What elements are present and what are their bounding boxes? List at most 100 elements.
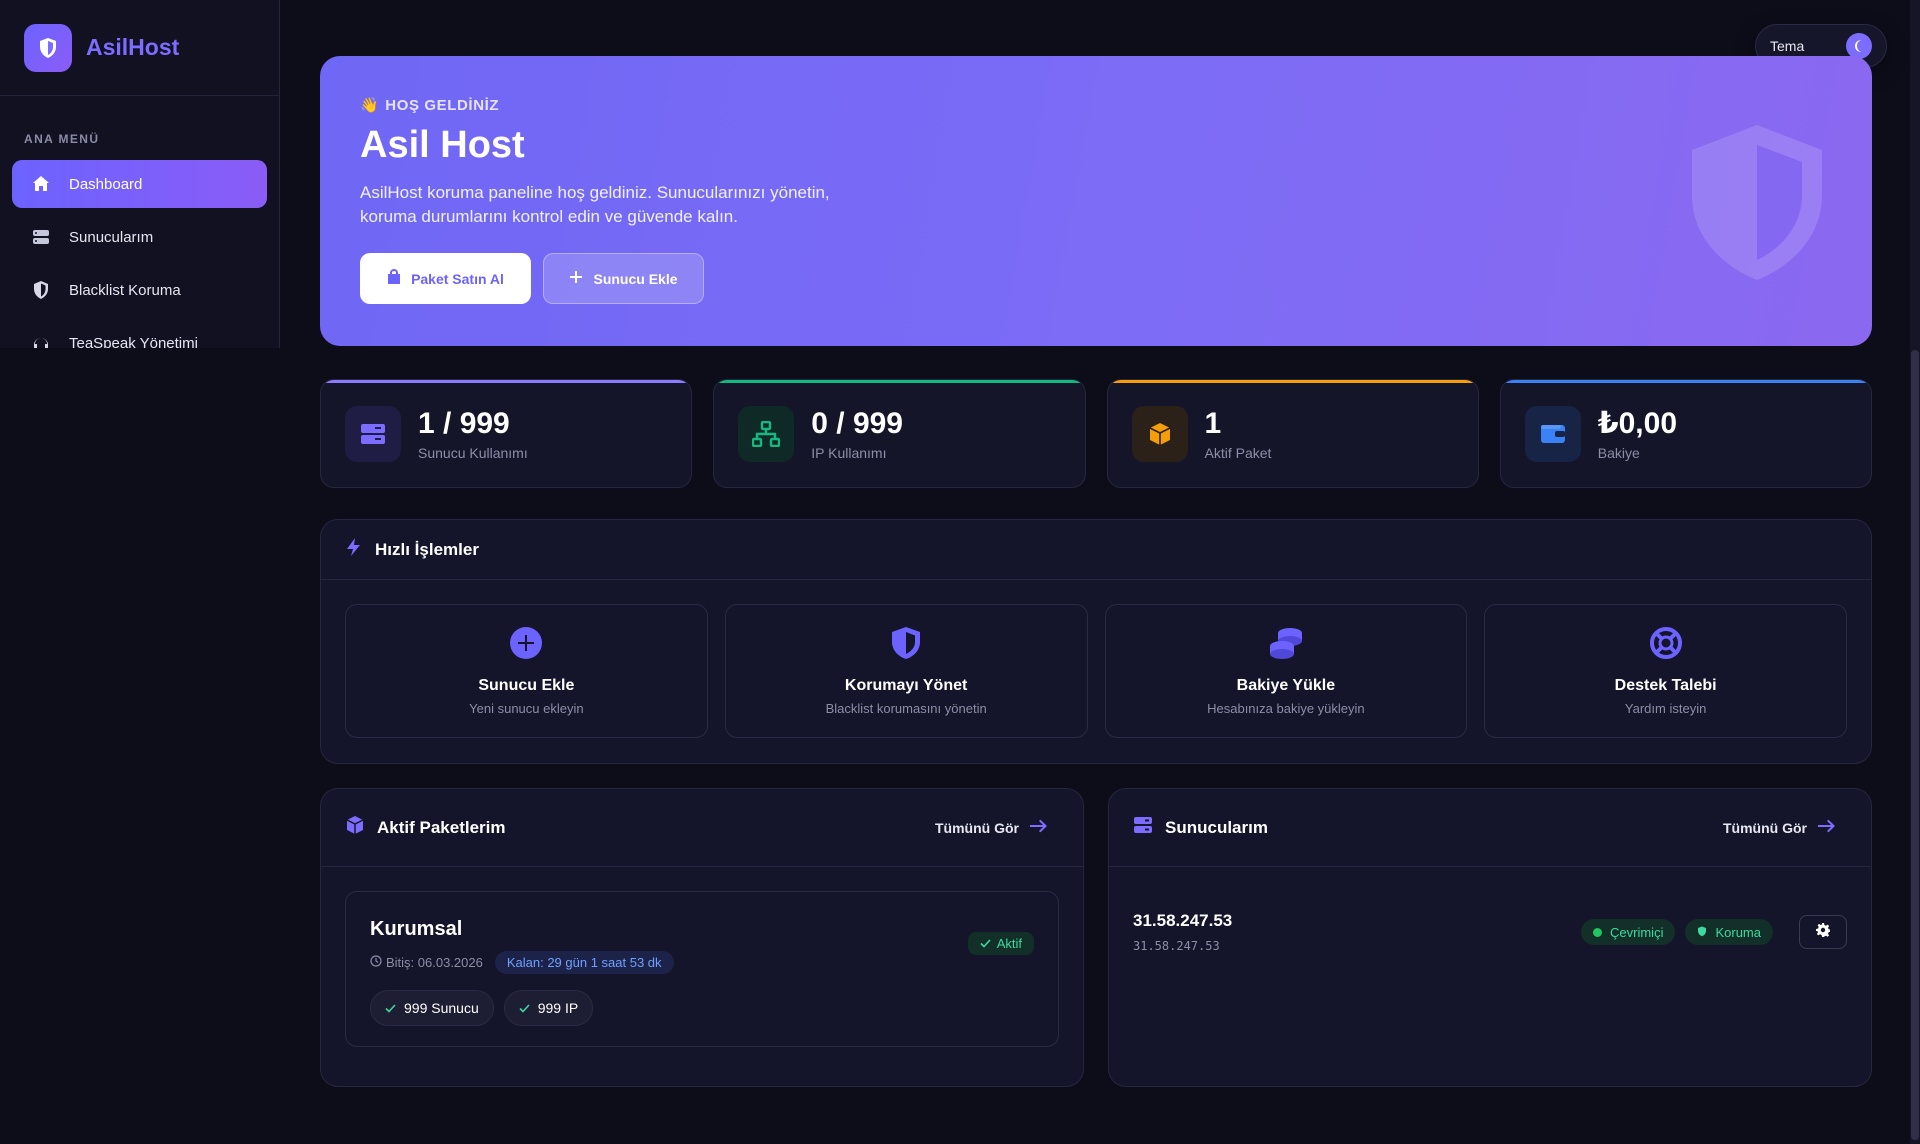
- plus-circle-icon: [509, 626, 543, 665]
- buy-package-label: Paket Satın Al: [411, 270, 504, 287]
- see-all-label: Tümünü Gör: [935, 819, 1019, 836]
- quick-add-server[interactable]: Sunucu Ekle Yeni sunucu ekleyin: [345, 604, 708, 738]
- arrow-right-icon: [1029, 819, 1047, 836]
- sidebar: AsilHost ANA MENÜ Dashboard Sunucularım …: [0, 0, 280, 348]
- arrow-right-icon: [1817, 819, 1835, 836]
- home-icon: [31, 174, 51, 194]
- box-icon: [345, 815, 365, 840]
- sidebar-item-label: Dashboard: [69, 175, 143, 193]
- quick-actions-title: Hızlı İşlemler: [375, 539, 479, 559]
- sidebar-item-label: TeaSpeak Yönetimi: [69, 334, 198, 349]
- sidebar-item-label: Sunucularım: [69, 228, 154, 246]
- online-status-text: Çevrimiçi: [1610, 924, 1664, 940]
- brand[interactable]: AsilHost: [0, 0, 279, 96]
- shield-icon: [1697, 925, 1707, 940]
- quick-support-ticket[interactable]: Destek Talebi Yardım isteyin: [1484, 604, 1847, 738]
- hero-title: Asil Host: [360, 124, 525, 166]
- clock-icon: [370, 955, 382, 970]
- sidebar-item-teaspeak[interactable]: TeaSpeak Yönetimi: [12, 319, 267, 348]
- sidebar-item-blacklist[interactable]: Blacklist Koruma: [12, 266, 267, 314]
- coins-icon: [1268, 626, 1304, 665]
- feature-label: 999 Sunucu: [404, 1000, 479, 1016]
- servers-title: Sunucularım: [1165, 817, 1268, 837]
- quick-subtitle: Blacklist korumasını yönetin: [825, 701, 987, 716]
- theme-label: Tema: [1770, 38, 1805, 54]
- server-ip: 31.58.247.53: [1133, 911, 1233, 930]
- quick-actions-header: Hızlı İşlemler: [321, 520, 1871, 580]
- quick-load-balance[interactable]: Bakiye Yükle Hesabınıza bakiye yükleyin: [1104, 604, 1468, 738]
- bolt-icon: [345, 537, 363, 562]
- add-server-button[interactable]: Sunucu Ekle: [543, 253, 704, 304]
- package-expiry-text: Bitiş: 06.03.2026: [386, 955, 483, 970]
- package-name: Kurumsal: [370, 918, 463, 940]
- wave-icon: 👋: [360, 97, 380, 114]
- check-icon: [385, 1000, 396, 1016]
- quick-subtitle: Hesabınıza bakiye yükleyin: [1207, 701, 1365, 716]
- shield-watermark-icon: [1682, 120, 1832, 285]
- see-all-label: Tümünü Gör: [1723, 819, 1807, 836]
- stat-server-usage: 1 / 999 Sunucu Kullanımı: [320, 379, 693, 488]
- package-feature: 999 IP: [503, 990, 594, 1026]
- hero-kicker-text: HOŞ GELDİNİZ: [385, 96, 500, 114]
- shield-logo-icon: [24, 23, 72, 72]
- quick-manage-protection[interactable]: Korumayı Yönet Blacklist korumasını yöne…: [724, 604, 1088, 738]
- brand-name: AsilHost: [86, 34, 180, 60]
- protection-badge: Koruma: [1685, 919, 1773, 945]
- shopping-bag-icon: [387, 269, 401, 288]
- servers-see-all-link[interactable]: Tümünü Gör: [1723, 819, 1835, 836]
- add-server-label: Sunucu Ekle: [593, 270, 678, 287]
- server-row[interactable]: 31.58.247.53 31.58.247.53 Çevrimiçi Koru…: [1109, 867, 1871, 997]
- packages-header: Aktif Paketlerim Tümünü Gör: [321, 789, 1083, 867]
- sidebar-item-servers[interactable]: Sunucularım: [12, 213, 267, 261]
- scrollbar-thumb[interactable]: [1911, 350, 1919, 1140]
- quick-title: Korumayı Yönet: [844, 677, 968, 694]
- scrollbar[interactable]: [1910, 0, 1920, 1144]
- check-icon: [980, 936, 991, 951]
- headset-icon: [31, 333, 51, 348]
- sidebar-item-dashboard[interactable]: Dashboard: [12, 160, 267, 208]
- stat-value: 1 / 999: [418, 406, 510, 440]
- stat-balance: ₺0,00 Bakiye: [1499, 379, 1872, 488]
- active-packages-panel: Aktif Paketlerim Tümünü Gör Kurumsal Bit…: [320, 788, 1084, 1087]
- package-status-text: Aktif: [996, 936, 1022, 951]
- stat-active-package: 1 Aktif Paket: [1106, 379, 1479, 488]
- packages-title: Aktif Paketlerim: [377, 817, 506, 837]
- quick-title: Destek Talebi: [1614, 677, 1717, 694]
- quick-subtitle: Yeni sunucu ekleyin: [469, 701, 584, 716]
- menu-title: ANA MENÜ: [24, 132, 100, 146]
- online-status-badge: Çevrimiçi: [1581, 919, 1676, 945]
- plus-icon: [569, 270, 583, 287]
- check-icon: [519, 1000, 530, 1016]
- feature-label: 999 IP: [537, 1000, 579, 1016]
- stat-value: 1: [1204, 406, 1222, 440]
- network-icon: [738, 405, 795, 462]
- shield-icon: [31, 280, 51, 300]
- quick-title: Sunucu Ekle: [478, 677, 575, 694]
- package-remaining-badge: Kalan: 29 gün 1 saat 53 dk: [494, 951, 674, 974]
- stat-label: Bakiye: [1597, 445, 1640, 461]
- package-card: Kurumsal Bitiş: 06.03.2026 Kalan: 29 gün…: [345, 891, 1059, 1047]
- stat-ip-usage: 0 / 999 IP Kullanımı: [713, 379, 1086, 488]
- package-status-badge: Aktif: [967, 932, 1034, 955]
- status-dot-icon: [1593, 927, 1603, 937]
- hero-kicker: 👋 HOŞ GELDİNİZ: [360, 96, 1832, 115]
- packages-see-all-link[interactable]: Tümünü Gör: [935, 819, 1047, 836]
- lifebuoy-icon: [1649, 626, 1683, 665]
- stat-label: Sunucu Kullanımı: [418, 444, 528, 461]
- quick-subtitle: Yardım isteyin: [1624, 701, 1707, 716]
- server-settings-button[interactable]: [1799, 915, 1847, 949]
- package-feature: 999 Sunucu: [370, 990, 494, 1026]
- stat-label: Aktif Paket: [1204, 444, 1272, 461]
- welcome-hero: 👋 HOŞ GELDİNİZ Asil Host AsilHost koruma…: [320, 56, 1872, 346]
- package-expiry: Bitiş: 06.03.2026: [370, 955, 483, 970]
- stat-label: IP Kullanımı: [811, 444, 887, 461]
- stat-value: ₺0,00: [1597, 407, 1678, 440]
- sidebar-item-label: Blacklist Koruma: [69, 281, 181, 299]
- stat-value: 0 / 999: [811, 406, 903, 440]
- buy-package-button[interactable]: Paket Satın Al: [360, 253, 531, 304]
- servers-panel: Sunucularım Tümünü Gör 31.58.247.53 31.5…: [1108, 788, 1872, 1087]
- hero-description: AsilHost koruma paneline hoş geldiniz. S…: [360, 183, 830, 226]
- server-icon: [31, 227, 51, 247]
- server-icon: [1133, 816, 1153, 839]
- shield-icon: [890, 626, 922, 665]
